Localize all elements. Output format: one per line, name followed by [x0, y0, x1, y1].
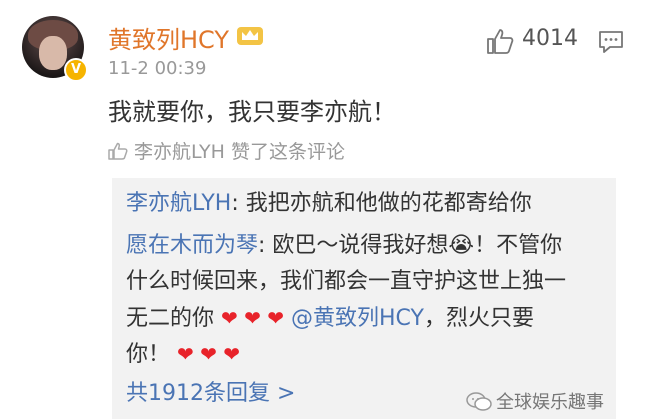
heart-icons: ❤ ❤ ❤	[177, 342, 241, 366]
reply-line: 你！ ❤ ❤ ❤	[126, 336, 240, 373]
reply-line: 什么时候回来，我们都会一直守护这世上独一	[126, 269, 567, 294]
wechat-icon	[466, 392, 492, 411]
avatar-face	[39, 36, 67, 70]
reply-text: ！不管你	[474, 233, 563, 258]
reply-nick[interactable]: 李亦航LYH	[126, 191, 231, 216]
watermark-text: 全球娱乐趣事	[496, 392, 604, 413]
reply-line: 无二的你 ❤ ❤ ❤ @黄致列HCY，烈火只要	[126, 300, 534, 337]
reply-text: : 欧巴～说得我好想	[258, 233, 449, 258]
comment-text: 我就要你，我只要李亦航！	[108, 98, 396, 126]
comment-time: 11-2 00:39	[108, 58, 207, 79]
reply-text: ，烈火只要	[423, 306, 534, 331]
verified-badge-icon: V	[64, 58, 88, 82]
liked-by-text: 李亦航LYH 赞了这条评论	[134, 141, 345, 163]
reply-item: 李亦航LYH: 我把亦航和他做的花都寄给你	[126, 186, 532, 222]
replies-panel: 李亦航LYH: 我把亦航和他做的花都寄给你 愿在木而为琴: 欧巴～说得我好想😭！…	[112, 178, 616, 419]
reply-nick[interactable]: 愿在木而为琴	[126, 233, 258, 258]
heart-icons: ❤ ❤ ❤	[221, 306, 285, 330]
like-count: 4014	[522, 26, 578, 51]
crying-emoji-icon: 😭	[448, 233, 475, 258]
reply-item: 愿在木而为琴: 欧巴～说得我好想😭！不管你	[126, 228, 562, 264]
reply-comment-icon[interactable]	[598, 30, 624, 54]
more-replies-link[interactable]: 共1912条回复 >	[126, 376, 295, 412]
liked-by-line: 李亦航LYH 赞了这条评论	[108, 137, 345, 164]
watermark: 全球娱乐趣事	[466, 388, 604, 414]
reply-text: : 我把亦航和他做的花都寄给你	[231, 191, 532, 216]
crown-icon	[237, 27, 263, 45]
reply-text: 你！	[126, 342, 171, 367]
thumbs-up-icon[interactable]	[486, 28, 514, 54]
small-thumbs-up-icon	[108, 142, 128, 160]
comment-username[interactable]: 黄致列HCY	[108, 20, 229, 55]
mention-link[interactable]: @黄致列HCY	[291, 306, 424, 331]
reply-text: 无二的你	[126, 306, 215, 331]
